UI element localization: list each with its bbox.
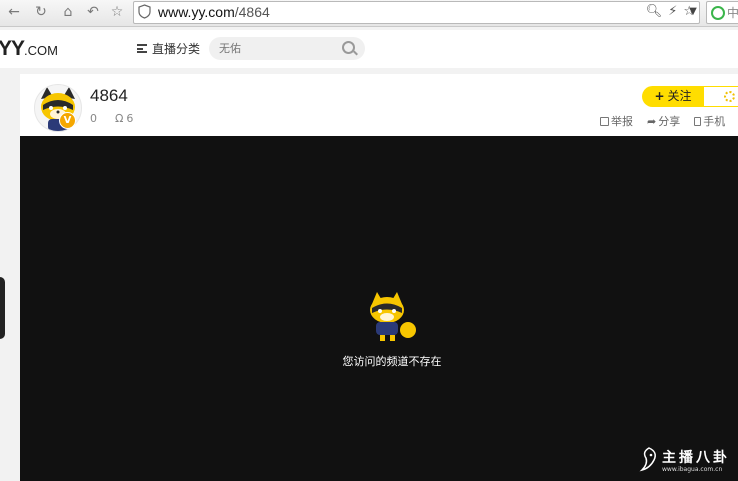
reload-icon[interactable]: ↻ (31, 2, 51, 22)
plus-icon: + (654, 89, 665, 103)
report-icon (600, 116, 609, 126)
site-header: YY.COM 直播分类 (0, 30, 738, 68)
phone-icon (694, 116, 702, 126)
viewer-stat: Ω 6 (115, 112, 133, 125)
address-url[interactable]: www.yy.com/4864 (158, 4, 270, 20)
channel-title: 4864 (90, 86, 128, 105)
channel-info-panel: V 4864 0 Ω 6 + 关注 举报 ➦ 分享 手机 (20, 74, 738, 136)
category-label: 直播分类 (152, 42, 201, 56)
browser-toolbar: ← ↻ ⌂ ↶ ☆ www.yy.com/4864 🔍︎ ⚡︎ ☆ ▼ 中 (0, 0, 738, 27)
search-icon[interactable] (342, 41, 355, 54)
circle-icon (711, 6, 725, 20)
extension-label: 中 (727, 6, 738, 20)
extension-button[interactable]: 中 (706, 1, 738, 24)
lightning-icon[interactable]: ⚡︎ (668, 3, 677, 21)
share-icon: ➦ (647, 114, 657, 128)
chevron-down-icon[interactable]: ▼ (686, 2, 700, 22)
follow-label: 关注 (667, 89, 692, 103)
viewer-count: 6 (126, 112, 134, 125)
verified-badge: V (59, 112, 76, 129)
report-link[interactable]: 举报 (600, 113, 633, 129)
raccoon-mascot-icon (370, 292, 416, 341)
history-back-icon[interactable]: ↶ (83, 2, 103, 22)
report-label: 举报 (611, 115, 633, 128)
channel-not-found-message: 您访问的频道不存在 (342, 355, 442, 368)
mobile-label: 手机 (703, 115, 726, 128)
action-links: 举报 ➦ 分享 手机 (600, 113, 725, 129)
category-menu[interactable]: 直播分类 (137, 40, 200, 57)
watermark-url: www.ibagua.com.cn (662, 466, 723, 473)
person-icon: Ω (115, 112, 124, 125)
address-bar[interactable]: www.yy.com/4864 🔍︎ ⚡︎ ☆ (133, 1, 700, 24)
zoom-icon[interactable]: 🔍︎ (646, 3, 663, 21)
mobile-link[interactable]: 手机 (694, 113, 725, 129)
video-player[interactable]: 您访问的频道不存在 (20, 136, 738, 481)
follow-button[interactable]: + 关注 (642, 86, 704, 107)
spinner-icon (724, 91, 735, 102)
follow-status-box[interactable] (704, 86, 738, 107)
shield-icon (138, 4, 151, 19)
home-icon[interactable]: ⌂ (58, 2, 78, 22)
search-input[interactable] (219, 40, 337, 57)
fans-count: 0 (90, 112, 97, 125)
share-label: 分享 (658, 115, 681, 128)
bookmark-star-icon[interactable]: ☆ (107, 2, 127, 22)
back-icon[interactable]: ← (4, 2, 24, 22)
side-panel-tab[interactable] (0, 277, 5, 339)
share-link[interactable]: ➦ 分享 (647, 113, 680, 129)
yy-logo[interactable]: YY.COM (0, 37, 58, 61)
watermark-logo-icon (639, 447, 656, 472)
watermark-text: 主播八卦 (662, 450, 730, 466)
search-box (209, 37, 365, 60)
menu-icon (137, 44, 147, 53)
